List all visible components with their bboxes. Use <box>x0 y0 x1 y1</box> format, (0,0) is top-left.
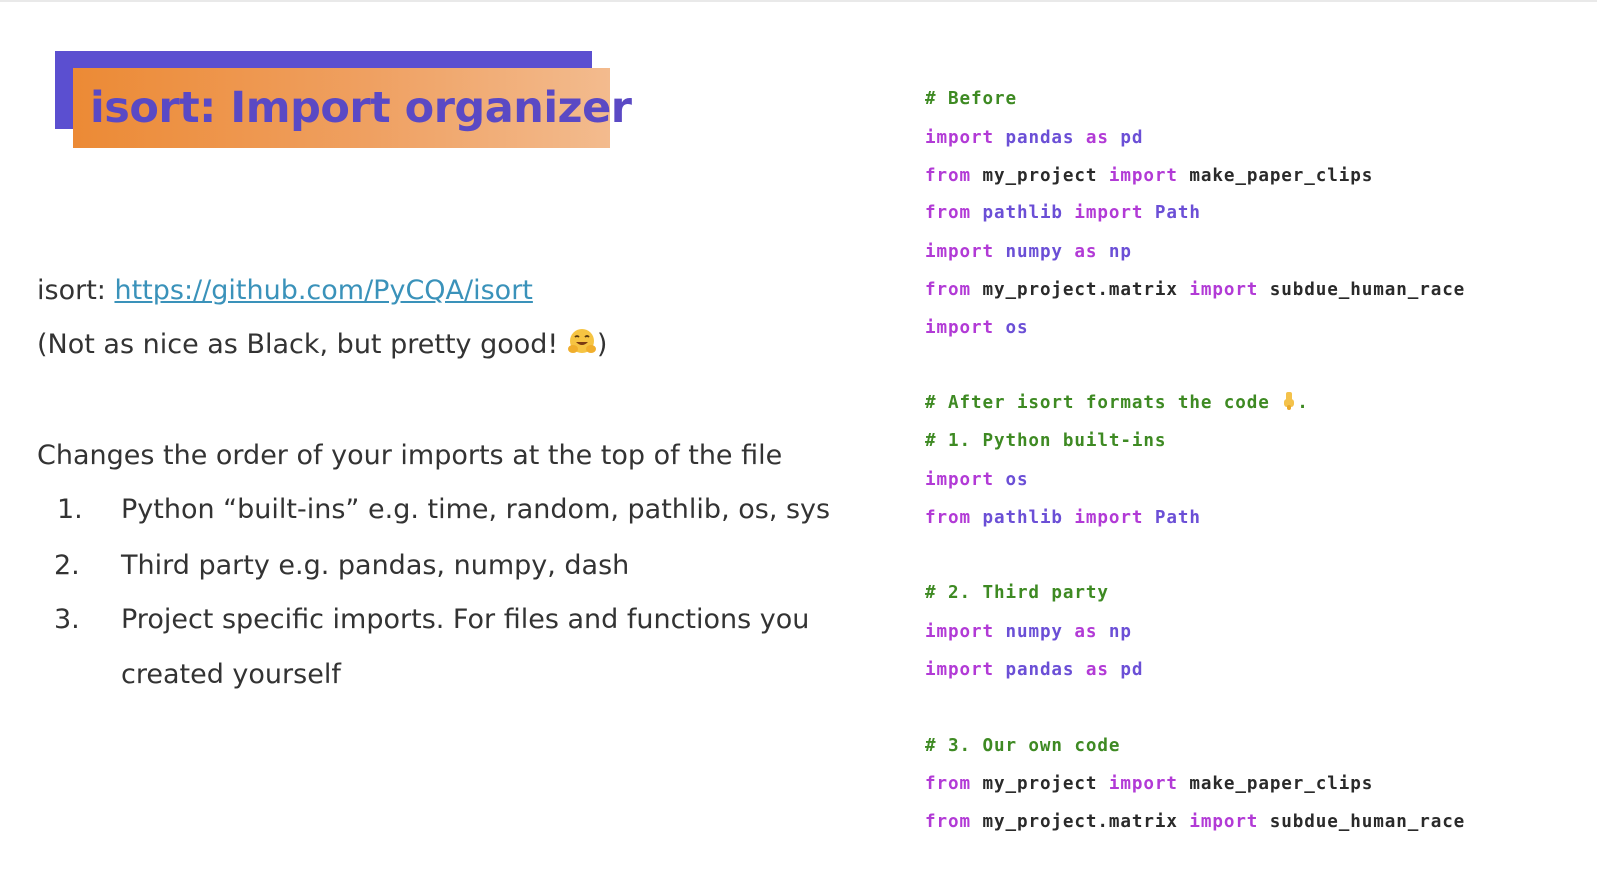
list-item-builtins: Python “built-ins” e.g. time, random, pa… <box>121 494 831 525</box>
isort-line: isort: https://github.com/PyCQA/isort <box>37 273 533 309</box>
slide: isort: Import organizer isort: https://g… <box>0 0 1597 896</box>
isort-link[interactable]: https://github.com/PyCQA/isort <box>114 275 532 306</box>
top-divider <box>0 0 1597 2</box>
list-item-third-party: Third party e.g. pandas, numpy, dash <box>121 550 630 581</box>
code-comment-after: # After isort formats the code . <box>925 392 1309 413</box>
code-line: from my_project import make_paper_clips <box>925 774 1374 794</box>
code-line: import numpy as np <box>925 242 1132 262</box>
code-line: import pandas as pd <box>925 660 1144 680</box>
slide-title: isort: Import organizer <box>90 83 632 133</box>
code-comment-before: # Before <box>925 89 1017 109</box>
code-line: import os <box>925 318 1029 338</box>
code-line: from pathlib import Path <box>925 203 1201 223</box>
code-line: from my_project.matrix import subdue_hum… <box>925 280 1466 300</box>
code-line: import pandas as pd <box>925 128 1144 148</box>
list-item-project-specific: Project specific imports. For files and … <box>121 604 810 635</box>
list-number: 3. <box>54 604 80 635</box>
list-item-project-specific-cont: created yourself <box>121 659 341 690</box>
note-line: (Not as nice as Black, but pretty good! … <box>37 327 607 363</box>
code-line: import numpy as np <box>925 622 1132 642</box>
list-number: 1. <box>57 494 83 525</box>
code-line: from my_project import make_paper_clips <box>925 166 1374 186</box>
list-number: 2. <box>54 550 80 581</box>
code-comment-third-party: # 2. Third party <box>925 583 1109 603</box>
intro-text: Changes the order of your imports at the… <box>37 440 783 471</box>
note-close: ) <box>596 329 608 360</box>
pointing-down-icon <box>1284 392 1295 410</box>
isort-label: isort: <box>37 275 115 306</box>
code-comment-builtins: # 1. Python built-ins <box>925 431 1167 451</box>
note-text: (Not as nice as Black, but pretty good! <box>37 329 567 360</box>
hugging-face-icon <box>567 329 596 353</box>
code-line: import os <box>925 470 1029 490</box>
code-comment-own-code: # 3. Our own code <box>925 736 1121 756</box>
code-line: from pathlib import Path <box>925 508 1201 528</box>
code-line: from my_project.matrix import subdue_hum… <box>925 812 1466 832</box>
